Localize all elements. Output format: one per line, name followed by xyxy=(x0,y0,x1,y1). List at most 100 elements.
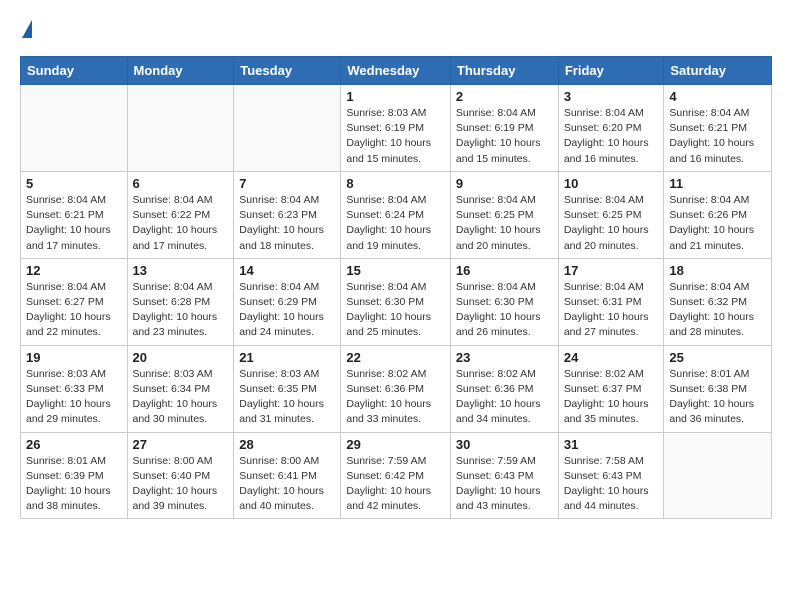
calendar-cell: 8Sunrise: 8:04 AM Sunset: 6:24 PM Daylig… xyxy=(341,171,451,258)
day-number: 17 xyxy=(564,263,659,278)
calendar-cell: 28 Sunrise: 8:00 AM Sunset: 6:41 PM Dayli… xyxy=(234,432,341,519)
day-number: 12 xyxy=(26,263,122,278)
day-info: Sunrise: 8:03 AM Sunset: 6:19 PM Dayligh… xyxy=(346,106,445,167)
weekday-header-saturday: Saturday xyxy=(664,57,772,85)
calendar-cell: 20 Sunrise: 8:03 AM Sunset: 6:34 PM Dayli… xyxy=(127,345,234,432)
calendar-cell: 14Sunrise: 8:04 AM Sunset: 6:29 PM Dayli… xyxy=(234,258,341,345)
calendar-cell xyxy=(664,432,772,519)
calendar-cell: 23 Sunrise: 8:02 AM Sunset: 6:36 PM Dayli… xyxy=(450,345,558,432)
calendar-cell: 12 Sunrise: 8:04 AM Sunset: 6:27 PM Dayli… xyxy=(21,258,128,345)
day-number: 11 xyxy=(669,176,766,191)
day-info: Sunrise: 8:04 AM Sunset: 6:32 PM Dayligh… xyxy=(669,280,766,341)
calendar-week-row: 1 Sunrise: 8:03 AM Sunset: 6:19 PM Daylig… xyxy=(21,85,772,172)
logo xyxy=(20,20,32,40)
calendar-cell: 30 Sunrise: 7:59 AM Sunset: 6:43 PM Dayli… xyxy=(450,432,558,519)
day-number: 3 xyxy=(564,89,659,104)
day-number: 9 xyxy=(456,176,553,191)
day-info: Sunrise: 8:04 AM Sunset: 6:27 PM Dayligh… xyxy=(26,280,122,341)
day-number: 6 xyxy=(133,176,229,191)
day-info: Sunrise: 7:59 AM Sunset: 6:43 PM Dayligh… xyxy=(456,454,553,515)
calendar-cell: 26 Sunrise: 8:01 AM Sunset: 6:39 PM Dayli… xyxy=(21,432,128,519)
day-info: Sunrise: 8:01 AM Sunset: 6:38 PM Dayligh… xyxy=(669,367,766,428)
day-info: Sunrise: 8:03 AM Sunset: 6:35 PM Dayligh… xyxy=(239,367,335,428)
weekday-header-thursday: Thursday xyxy=(450,57,558,85)
calendar-cell: 15Sunrise: 8:04 AM Sunset: 6:30 PM Dayli… xyxy=(341,258,451,345)
calendar-cell xyxy=(21,85,128,172)
calendar-cell: 22Sunrise: 8:02 AM Sunset: 6:36 PM Dayli… xyxy=(341,345,451,432)
weekday-header-monday: Monday xyxy=(127,57,234,85)
weekday-header-sunday: Sunday xyxy=(21,57,128,85)
day-info: Sunrise: 8:04 AM Sunset: 6:24 PM Dayligh… xyxy=(346,193,445,254)
day-info: Sunrise: 8:04 AM Sunset: 6:25 PM Dayligh… xyxy=(564,193,659,254)
day-info: Sunrise: 8:02 AM Sunset: 6:36 PM Dayligh… xyxy=(346,367,445,428)
calendar-cell: 17Sunrise: 8:04 AM Sunset: 6:31 PM Dayli… xyxy=(558,258,664,345)
calendar-cell: 10 Sunrise: 8:04 AM Sunset: 6:25 PM Dayli… xyxy=(558,171,664,258)
day-info: Sunrise: 8:04 AM Sunset: 6:25 PM Dayligh… xyxy=(456,193,553,254)
day-info: Sunrise: 7:59 AM Sunset: 6:42 PM Dayligh… xyxy=(346,454,445,515)
day-number: 4 xyxy=(669,89,766,104)
calendar-cell: 4 Sunrise: 8:04 AM Sunset: 6:21 PM Daylig… xyxy=(664,85,772,172)
day-number: 14 xyxy=(239,263,335,278)
calendar-cell: 29 Sunrise: 7:59 AM Sunset: 6:42 PM Dayli… xyxy=(341,432,451,519)
day-info: Sunrise: 8:04 AM Sunset: 6:19 PM Dayligh… xyxy=(456,106,553,167)
calendar-cell: 19 Sunrise: 8:03 AM Sunset: 6:33 PM Dayli… xyxy=(21,345,128,432)
header xyxy=(20,20,772,40)
day-number: 19 xyxy=(26,350,122,365)
calendar-cell: 31Sunrise: 7:58 AM Sunset: 6:43 PM Dayli… xyxy=(558,432,664,519)
day-info: Sunrise: 8:04 AM Sunset: 6:22 PM Dayligh… xyxy=(133,193,229,254)
day-number: 31 xyxy=(564,437,659,452)
day-info: Sunrise: 8:04 AM Sunset: 6:28 PM Dayligh… xyxy=(133,280,229,341)
day-info: Sunrise: 8:04 AM Sunset: 6:21 PM Dayligh… xyxy=(26,193,122,254)
day-info: Sunrise: 8:04 AM Sunset: 6:26 PM Dayligh… xyxy=(669,193,766,254)
calendar-week-row: 5Sunrise: 8:04 AM Sunset: 6:21 PM Daylig… xyxy=(21,171,772,258)
day-info: Sunrise: 8:04 AM Sunset: 6:30 PM Dayligh… xyxy=(456,280,553,341)
calendar-cell: 13 Sunrise: 8:04 AM Sunset: 6:28 PM Dayli… xyxy=(127,258,234,345)
calendar-table: SundayMondayTuesdayWednesdayThursdayFrid… xyxy=(20,56,772,519)
day-number: 2 xyxy=(456,89,553,104)
calendar-cell: 6 Sunrise: 8:04 AM Sunset: 6:22 PM Daylig… xyxy=(127,171,234,258)
calendar-cell: 16Sunrise: 8:04 AM Sunset: 6:30 PM Dayli… xyxy=(450,258,558,345)
day-number: 20 xyxy=(133,350,229,365)
day-number: 23 xyxy=(456,350,553,365)
day-number: 29 xyxy=(346,437,445,452)
calendar-cell: 11 Sunrise: 8:04 AM Sunset: 6:26 PM Dayli… xyxy=(664,171,772,258)
calendar-cell: 25Sunrise: 8:01 AM Sunset: 6:38 PM Dayli… xyxy=(664,345,772,432)
day-info: Sunrise: 8:02 AM Sunset: 6:37 PM Dayligh… xyxy=(564,367,659,428)
day-number: 26 xyxy=(26,437,122,452)
day-number: 28 xyxy=(239,437,335,452)
calendar-cell xyxy=(127,85,234,172)
day-info: Sunrise: 8:04 AM Sunset: 6:20 PM Dayligh… xyxy=(564,106,659,167)
day-info: Sunrise: 8:02 AM Sunset: 6:36 PM Dayligh… xyxy=(456,367,553,428)
day-info: Sunrise: 8:04 AM Sunset: 6:21 PM Dayligh… xyxy=(669,106,766,167)
calendar-cell: 24Sunrise: 8:02 AM Sunset: 6:37 PM Dayli… xyxy=(558,345,664,432)
day-number: 13 xyxy=(133,263,229,278)
day-number: 27 xyxy=(133,437,229,452)
day-number: 30 xyxy=(456,437,553,452)
calendar-cell xyxy=(234,85,341,172)
calendar-cell: 27Sunrise: 8:00 AM Sunset: 6:40 PM Dayli… xyxy=(127,432,234,519)
weekday-header-friday: Friday xyxy=(558,57,664,85)
calendar-cell: 5Sunrise: 8:04 AM Sunset: 6:21 PM Daylig… xyxy=(21,171,128,258)
day-info: Sunrise: 8:01 AM Sunset: 6:39 PM Dayligh… xyxy=(26,454,122,515)
day-number: 18 xyxy=(669,263,766,278)
page: SundayMondayTuesdayWednesdayThursdayFrid… xyxy=(0,0,792,539)
calendar-cell: 2 Sunrise: 8:04 AM Sunset: 6:19 PM Daylig… xyxy=(450,85,558,172)
day-info: Sunrise: 8:03 AM Sunset: 6:33 PM Dayligh… xyxy=(26,367,122,428)
calendar-cell: 9 Sunrise: 8:04 AM Sunset: 6:25 PM Daylig… xyxy=(450,171,558,258)
calendar-week-row: 26 Sunrise: 8:01 AM Sunset: 6:39 PM Dayli… xyxy=(21,432,772,519)
calendar-cell: 7Sunrise: 8:04 AM Sunset: 6:23 PM Daylig… xyxy=(234,171,341,258)
day-number: 1 xyxy=(346,89,445,104)
calendar-week-row: 12 Sunrise: 8:04 AM Sunset: 6:27 PM Dayli… xyxy=(21,258,772,345)
calendar-cell: 21 Sunrise: 8:03 AM Sunset: 6:35 PM Dayli… xyxy=(234,345,341,432)
day-info: Sunrise: 8:00 AM Sunset: 6:41 PM Dayligh… xyxy=(239,454,335,515)
weekday-header-row: SundayMondayTuesdayWednesdayThursdayFrid… xyxy=(21,57,772,85)
day-number: 21 xyxy=(239,350,335,365)
weekday-header-tuesday: Tuesday xyxy=(234,57,341,85)
day-number: 15 xyxy=(346,263,445,278)
day-info: Sunrise: 8:03 AM Sunset: 6:34 PM Dayligh… xyxy=(133,367,229,428)
weekday-header-wednesday: Wednesday xyxy=(341,57,451,85)
day-number: 10 xyxy=(564,176,659,191)
calendar-cell: 18 Sunrise: 8:04 AM Sunset: 6:32 PM Dayli… xyxy=(664,258,772,345)
day-info: Sunrise: 8:04 AM Sunset: 6:23 PM Dayligh… xyxy=(239,193,335,254)
calendar-cell: 3 Sunrise: 8:04 AM Sunset: 6:20 PM Daylig… xyxy=(558,85,664,172)
